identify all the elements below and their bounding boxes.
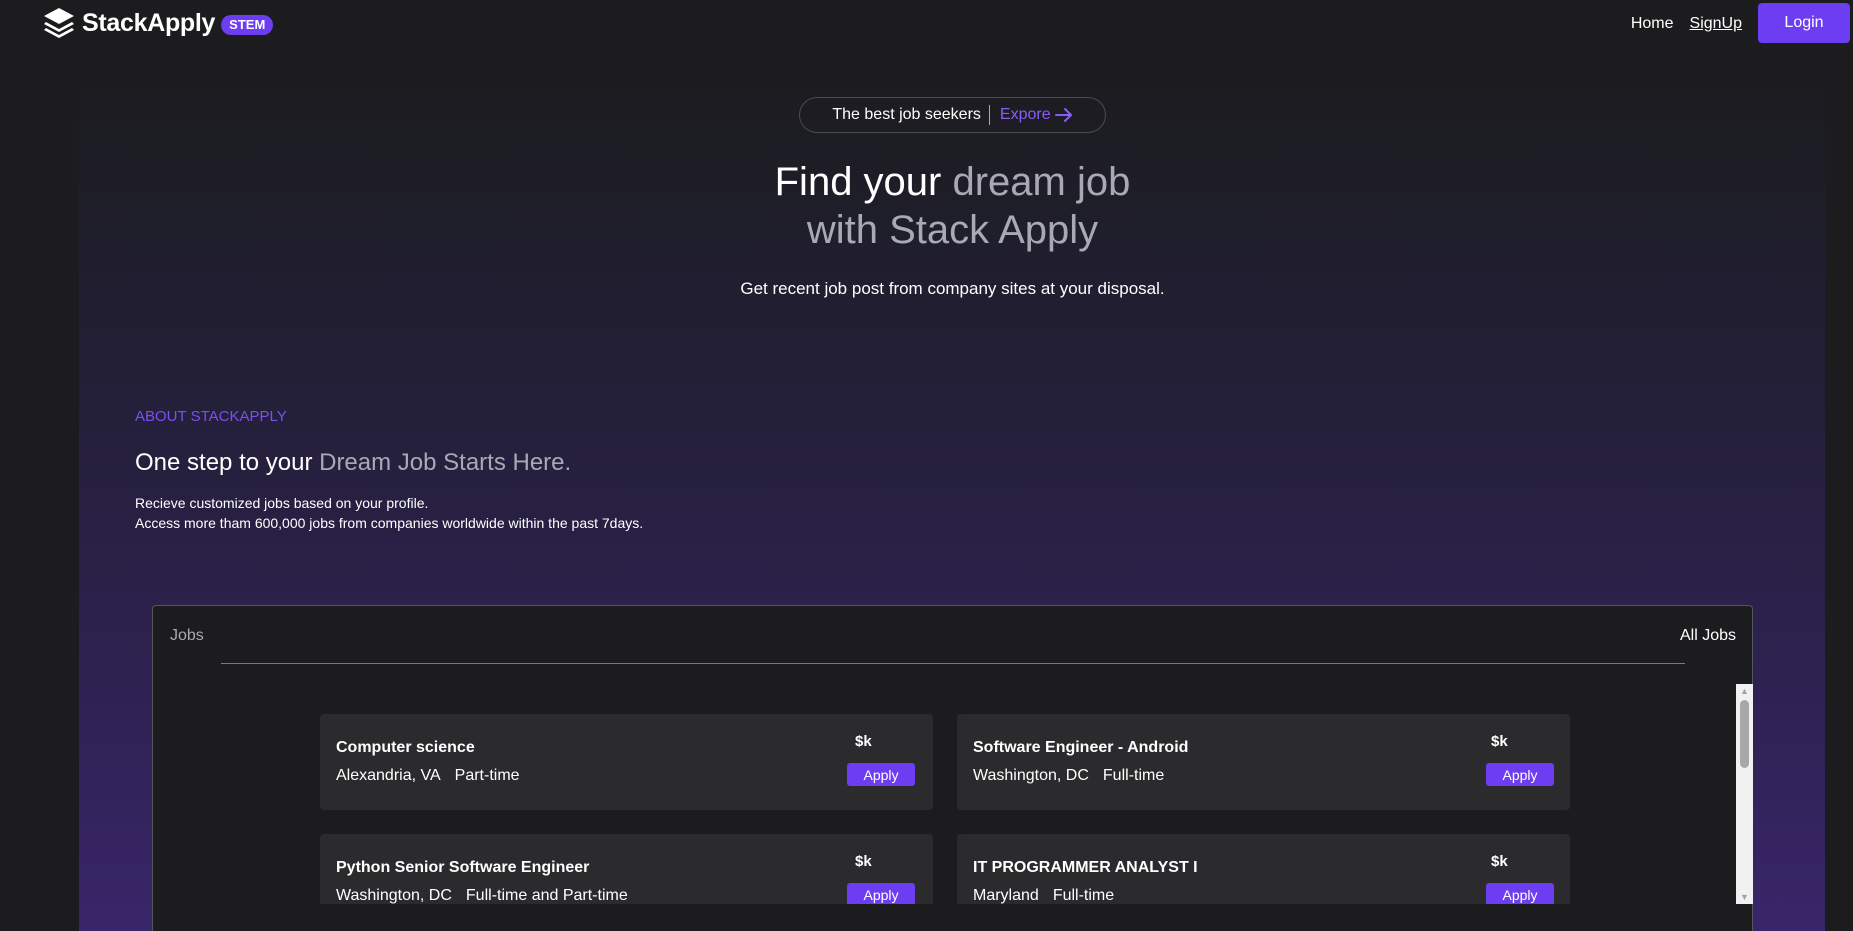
apply-button[interactable]: Apply [847,883,915,904]
job-card[interactable]: Python Senior Software Engineer Washingt… [320,834,933,904]
job-meta: Washington, DC Full-time and Part-time [336,887,642,904]
apply-button[interactable]: Apply [1486,883,1554,904]
job-title: IT PROGRAMMER ANALYST I [973,859,1198,876]
apply-button[interactable]: Apply [1486,763,1554,786]
hero-subtitle: Get recent job post from company sites a… [740,279,1165,298]
nav-home-link[interactable]: Home [1631,15,1674,33]
apply-button[interactable]: Apply [847,763,915,786]
nav-links: Home SignUp Login [1631,0,1853,48]
job-meta: Maryland Full-time [973,887,1128,904]
jobs-tab[interactable]: Jobs [170,627,204,645]
job-meta: Alexandria, VA Part-time [336,767,534,785]
job-meta: Washington, DC Full-time [973,767,1178,785]
triangle-up-icon[interactable]: ▲ [1736,684,1753,698]
job-salary: $k [855,853,872,870]
job-location: Washington, DC [973,767,1089,784]
about-title-part1: One step to your [135,449,320,476]
about-label: ABOUT STACKAPPLY [135,408,287,425]
hero-title-line2: with Stack Apply [806,208,1099,252]
layers-icon [44,8,74,38]
job-location: Alexandria, VA [336,767,441,784]
arrow-right-icon [1054,108,1072,122]
jobs-scrollbar[interactable]: ▲ ▼ [1736,684,1753,904]
job-card[interactable]: Software Engineer - Android Washington, … [957,714,1570,810]
job-card[interactable]: IT PROGRAMMER ANALYST I Maryland Full-tim… [957,834,1570,904]
triangle-down-icon[interactable]: ▼ [1736,890,1753,904]
about-line-2: Access more tham 600,000 jobs from compa… [135,515,644,531]
logo[interactable]: StackApply STEM [42,6,274,40]
pill-separator [988,105,990,125]
nav-signup-link[interactable]: SignUp [1690,15,1742,33]
stem-badge: STEM [221,15,274,35]
pill-text: The best job seekers [832,106,981,123]
about-line-1: Recieve customized jobs based on your pr… [135,495,429,511]
navbar: StackApply STEM Home SignUp Login [0,0,1853,48]
job-type: Full-time [1052,887,1115,904]
job-card[interactable]: Computer science Alexandria, VA Part-time… [320,714,933,810]
job-title: Computer science [336,739,475,756]
job-salary: $k [855,733,872,750]
job-location: Maryland [973,887,1039,904]
about-title: One step to your Dream Job Starts Here. [135,449,571,477]
job-title: Software Engineer - Android [973,739,1189,756]
job-type: Full-time [1102,767,1165,784]
about-title-part2: Dream Job Starts Here. [319,449,572,476]
job-salary: $k [1491,733,1508,750]
job-type: Part-time [454,767,520,784]
explore-link-label: Expore [999,106,1051,123]
explore-pill: The best job seekers Expore [799,97,1106,133]
jobs-list: Computer science Alexandria, VA Part-time… [153,684,1752,904]
job-type: Full-time and Part-time [465,887,628,904]
hero-title: Find your dream job with Stack Apply [0,158,1853,254]
hero-title-part1: Find your [774,160,953,204]
hero-title-part2: dream job [952,160,1131,204]
jobs-divider [221,663,1685,664]
explore-link[interactable]: Expore [1000,106,1073,124]
job-location: Washington, DC [336,887,452,904]
job-salary: $k [1491,853,1508,870]
jobs-panel: Jobs All Jobs Computer science Alexandri… [152,605,1753,931]
all-jobs-link[interactable]: All Jobs [1680,627,1736,645]
job-title: Python Senior Software Engineer [336,859,590,876]
scrollbar-thumb[interactable] [1740,700,1749,768]
login-button[interactable]: Login [1758,3,1850,43]
brand-name: StackApply [82,8,216,37]
